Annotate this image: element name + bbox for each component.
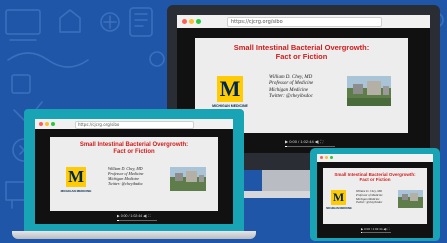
- university-logo: M: [331, 190, 346, 205]
- player-controls: ▶ 0:00 / 1:02:44 ◀) ⛶: [361, 227, 390, 231]
- tablet: Small Intestinal Bacterial Overgrowth: F…: [310, 148, 440, 241]
- volume-icon[interactable]: ◀): [143, 214, 147, 218]
- progress-bar[interactable]: [361, 232, 391, 233]
- player-controls: ▶ 0:00 / 1:02:44 ◀) ⛶: [117, 214, 150, 218]
- slide-title-line2: Fact or Fiction: [113, 148, 155, 155]
- address-text: https://cjcrg.org/sibo: [231, 19, 283, 25]
- minimize-window-dot[interactable]: [189, 19, 194, 24]
- author-title: Professor of Medicine: [269, 81, 314, 87]
- slide-title-line1: Small Intestinal Bacterial Overgrowth:: [79, 142, 189, 148]
- play-icon[interactable]: ▶: [285, 139, 288, 144]
- slide-title-line2: Fact or Fiction: [359, 177, 391, 183]
- minimize-window-dot[interactable]: [325, 156, 328, 159]
- logo-caption: MICHIGAN MEDICINE: [326, 207, 352, 210]
- author-twitter: Twitter: @cheyibsdoc: [108, 181, 144, 186]
- laptop-base: [12, 231, 256, 239]
- play-icon[interactable]: ▶: [361, 227, 363, 231]
- fullscreen-icon[interactable]: ⛶: [388, 227, 390, 231]
- time-display: 0:00 / 1:02:44: [289, 139, 314, 144]
- progress-fill: [361, 232, 363, 233]
- address-text: https://cjcrg.org/sibo: [78, 122, 120, 127]
- slide-title-line2: Fact or Fiction: [275, 51, 328, 61]
- volume-icon[interactable]: ◀): [383, 227, 386, 231]
- progress-bar[interactable]: [117, 220, 157, 221]
- maximize-window-dot[interactable]: [196, 19, 201, 24]
- time-display: 0:00 / 1:02:44: [120, 214, 143, 218]
- fullscreen-icon[interactable]: ⛶: [320, 139, 323, 144]
- address-bar[interactable]: https://cjcrg.org/sibo: [227, 17, 382, 27]
- author-block: William D. Chey, MD Professor of Medicin…: [108, 166, 143, 186]
- building-photo: [398, 190, 423, 208]
- maximize-window-dot[interactable]: [51, 122, 55, 126]
- laptop-browser-window: https://cjcrg.org/sibo Small Intestinal …: [35, 119, 233, 224]
- university-logo: M: [66, 167, 86, 187]
- author-block: William D. Chey, MD Professor of Medicin…: [356, 189, 383, 205]
- time-display: 0:00 / 1:02:44: [364, 227, 383, 231]
- university-logo: M: [217, 76, 243, 102]
- building-photo: [347, 76, 391, 106]
- slide-title: Small Intestinal Bacterial Overgrowth: F…: [50, 142, 218, 156]
- browser-toolbar: https://cjcrg.org/sibo: [177, 15, 430, 29]
- author-institution: Michigan Medicine: [269, 87, 309, 93]
- player-controls: ▶ 0:00 / 1:02:44 ◀) ⛶: [285, 139, 323, 144]
- progress-fill: [117, 220, 119, 221]
- video-player[interactable]: Small Intestinal Bacterial Overgrowth: F…: [317, 162, 433, 238]
- slide-frame: Small Intestinal Bacterial Overgrowth: F…: [323, 168, 427, 224]
- address-bar[interactable]: https://cjcrg.org/sibo: [75, 121, 194, 129]
- play-icon[interactable]: ▶: [117, 214, 120, 218]
- progress-bar[interactable]: [285, 146, 335, 147]
- logo-caption: MICHIGAN MEDICINE: [212, 104, 248, 108]
- slide-title: Small Intestinal Bacterial Overgrowth: F…: [323, 172, 427, 182]
- close-window-dot[interactable]: [320, 156, 323, 159]
- author-twitter: Twitter: @cheyibsdoc: [356, 200, 383, 205]
- close-window-dot[interactable]: [182, 19, 187, 24]
- slide-frame: Small Intestinal Bacterial Overgrowth: F…: [50, 137, 218, 211]
- logo-caption: MICHIGAN MEDICINE: [60, 189, 92, 193]
- slide-title: Small Intestinal Bacterial Overgrowth: F…: [195, 43, 408, 61]
- author-block: William D. Chey, MD Professor of Medicin…: [269, 75, 313, 100]
- video-player[interactable]: Small Intestinal Bacterial Overgrowth: F…: [35, 129, 233, 224]
- building-photo: [170, 167, 206, 191]
- laptop: https://cjcrg.org/sibo Small Intestinal …: [12, 109, 256, 241]
- fullscreen-icon[interactable]: ⛶: [148, 214, 150, 218]
- tablet-browser-window: Small Intestinal Bacterial Overgrowth: F…: [317, 154, 433, 238]
- progress-fill: [285, 146, 287, 147]
- minimize-window-dot[interactable]: [45, 122, 49, 126]
- maximize-window-dot[interactable]: [330, 156, 333, 159]
- author-twitter: Twitter: @cheyibsdoc: [269, 93, 313, 99]
- close-window-dot[interactable]: [39, 122, 43, 126]
- volume-icon[interactable]: ◀): [315, 139, 319, 144]
- monitor-stand: [262, 170, 312, 192]
